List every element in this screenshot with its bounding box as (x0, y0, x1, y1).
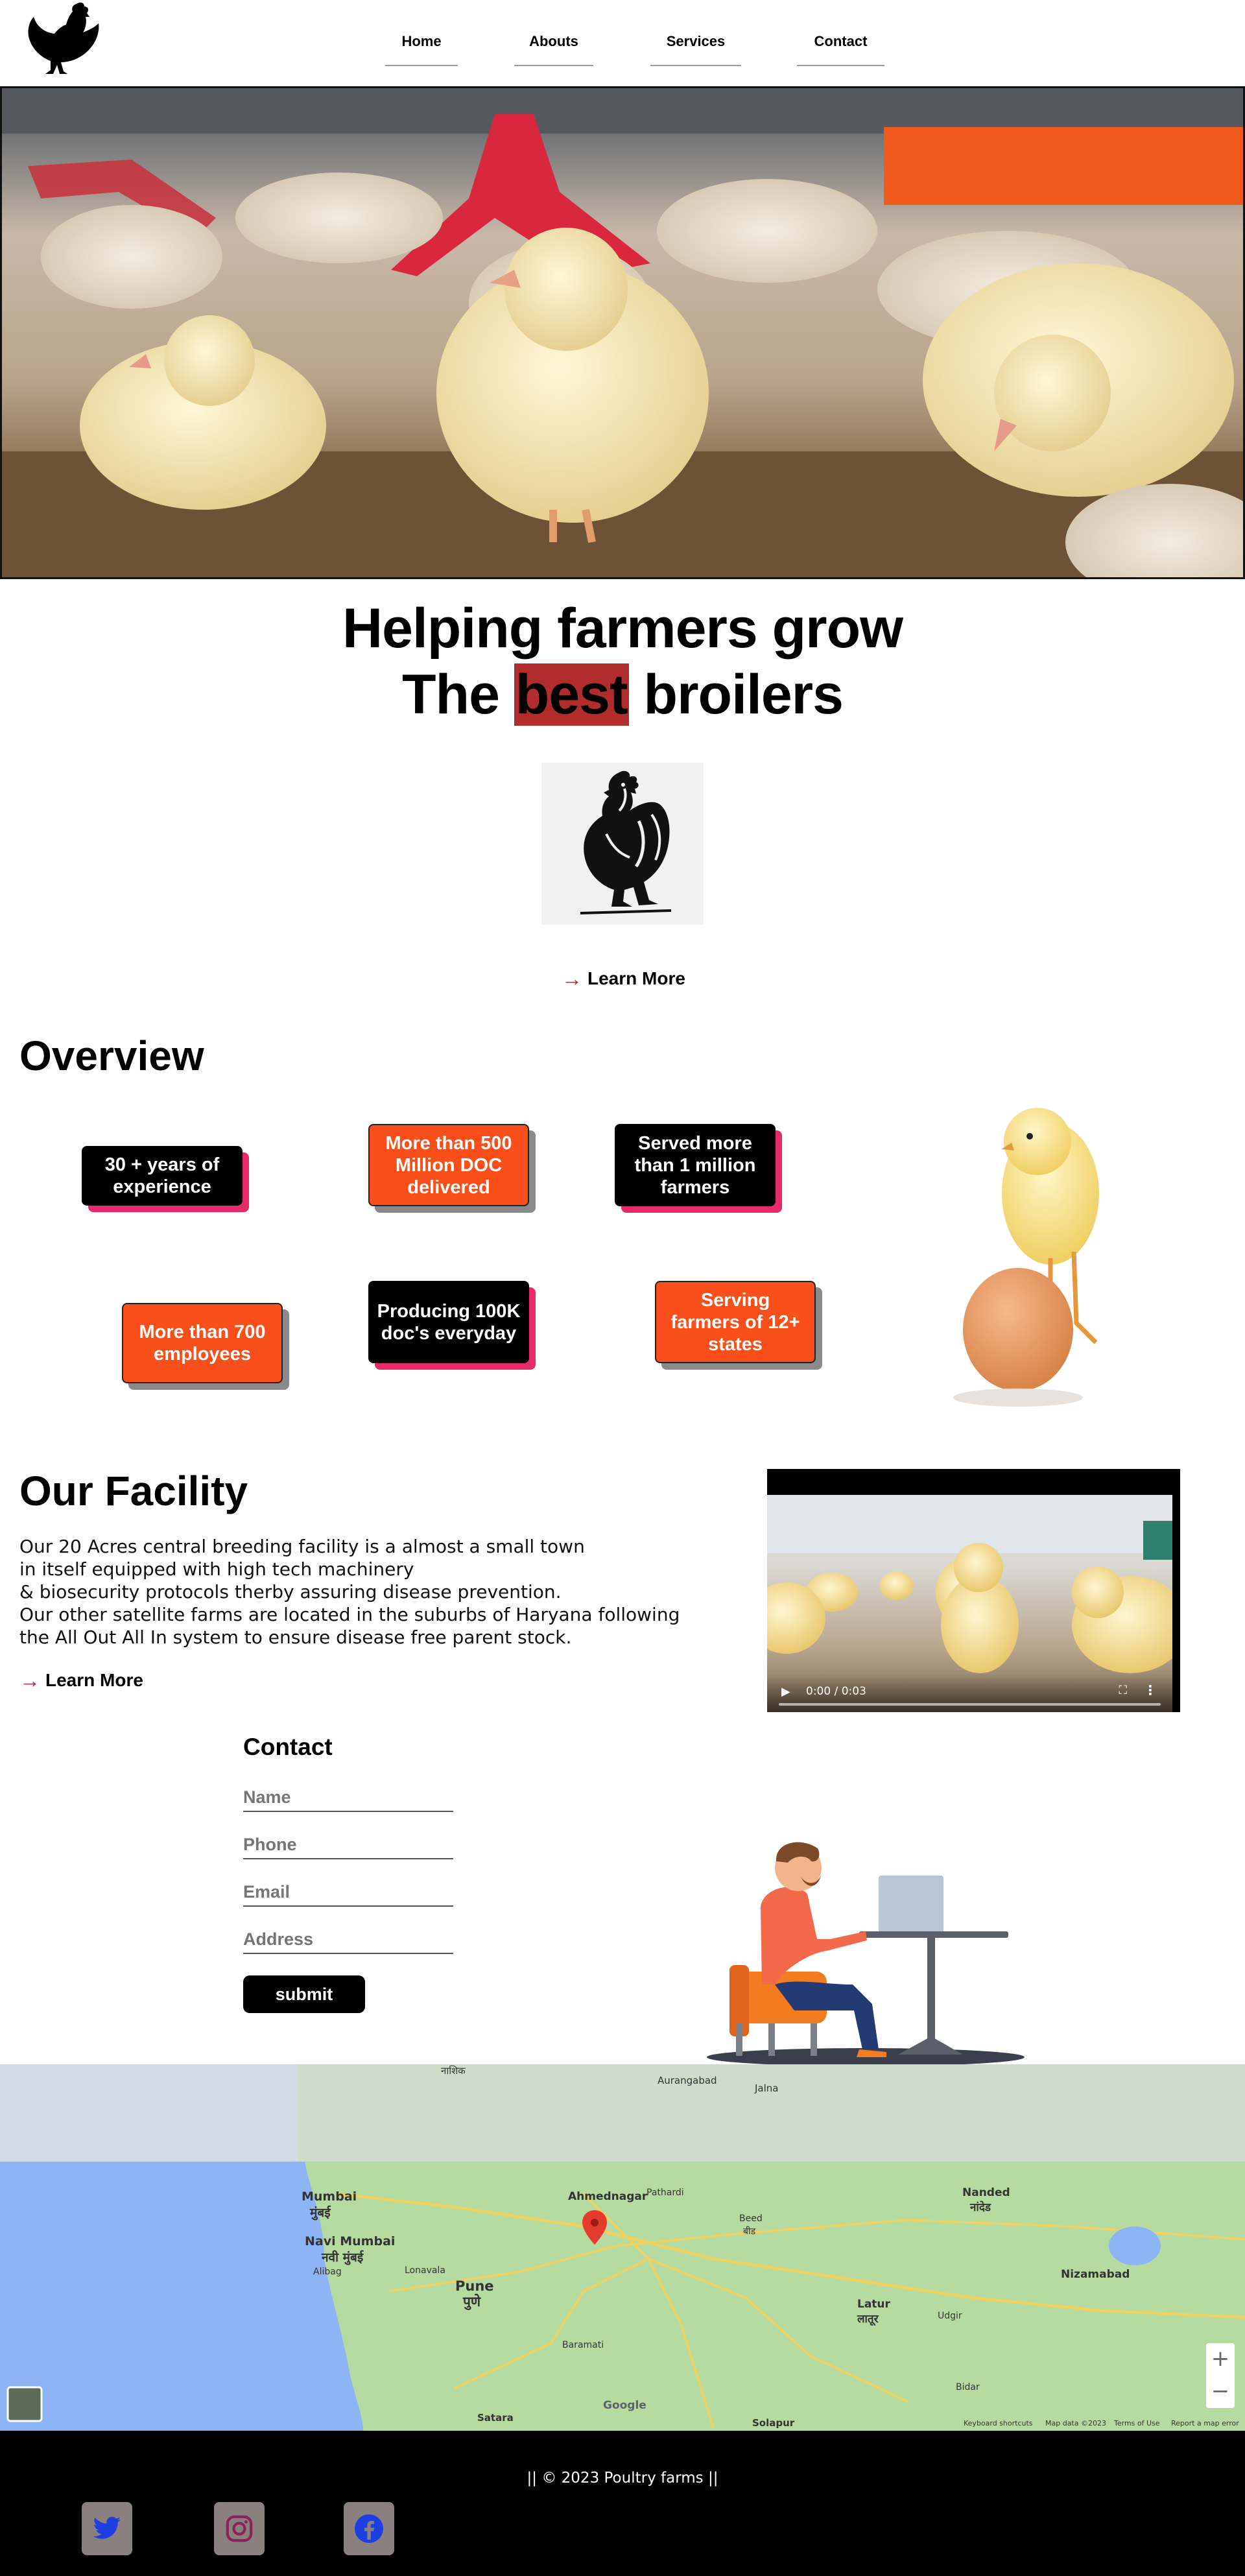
map-place: बीड (743, 2226, 756, 2237)
fullscreen-icon[interactable]: ⛶ (1119, 1684, 1127, 1697)
video-frame[interactable]: ▶ 0:00 / 0:03 ⛶ ⋮ (767, 1495, 1172, 1712)
facility-line: & biosecurity protocols therby assuring … (19, 1581, 562, 1603)
map-place: Alibag (313, 2267, 342, 2277)
headline-pre: The (402, 663, 514, 726)
learn-more-label: Learn More (45, 1670, 143, 1690)
more-options-icon[interactable]: ⋮ (1144, 1682, 1157, 1699)
contact-title: Contact (243, 1734, 333, 1760)
map-place: नांदेड (970, 2201, 991, 2214)
submit-button[interactable]: submit (243, 1975, 365, 2013)
headline-line-1: Helping farmers grow (342, 597, 903, 660)
phone-field[interactable] (243, 1831, 453, 1859)
video-controls: ▶ 0:00 / 0:03 ⛶ ⋮ (767, 1673, 1172, 1712)
map-place: लातूर (857, 2313, 879, 2326)
name-field[interactable] (243, 1783, 453, 1812)
map-place: Satara (477, 2412, 514, 2424)
map-place: Nizamabad (1061, 2268, 1130, 2281)
facebook-icon (355, 2514, 383, 2543)
map-place: Beed (739, 2213, 763, 2224)
video-progress-bar[interactable] (779, 1703, 1161, 1706)
facility-description: Our 20 Acres central breeding facility i… (19, 1535, 759, 1649)
stat-states: Serving farmers of 12+ states (655, 1281, 816, 1363)
map-place: Aurangabad (658, 2075, 717, 2086)
copyright: || © 2023 Poultry farms || (527, 2470, 718, 2487)
map-canvas[interactable]: + − (0, 2064, 1245, 2431)
map-place: Baramati (562, 2340, 604, 2350)
nav-home[interactable]: Home (385, 26, 458, 66)
map-place: नाशिक (441, 2065, 466, 2077)
map-place: Navi Mumbai (305, 2234, 396, 2248)
rooster-icon (580, 770, 672, 914)
hero-chicks-image (0, 86, 1245, 579)
site-header: Home Abouts Services Contact (0, 0, 1245, 84)
stat-farmers-served: Served more than 1 million farmers (615, 1124, 776, 1206)
map-place: Mumbai (302, 2189, 357, 2204)
map-place: Latur (857, 2298, 890, 2311)
map-attribution: Map data ©2023 (1045, 2419, 1106, 2427)
headline-highlight: best (514, 663, 629, 726)
instagram-icon (226, 2515, 253, 2542)
map-place: नवी मुंबई (322, 2250, 364, 2265)
map-place: मुंबई (310, 2206, 331, 2220)
facebook-link[interactable] (344, 2502, 394, 2555)
stat-employees: More than 700 employees (122, 1303, 283, 1383)
chick-on-egg-image (953, 1108, 1099, 1407)
map-place: Jalna (755, 2082, 779, 2094)
facility-video-player[interactable]: ▶ 0:00 / 0:03 ⛶ ⋮ (767, 1469, 1180, 1712)
google-map[interactable]: + − Mumbai मुंबई Navi Mumbai नवी मुंबई P… (0, 2064, 1245, 2431)
map-place: Ahmednagar (568, 2190, 648, 2203)
twitter-link[interactable] (82, 2502, 132, 2555)
facility-line: Our 20 Acres central breeding facility i… (19, 1536, 585, 1557)
facility-line: the All Out All In system to ensure dise… (19, 1627, 572, 1648)
arrow-right-icon: → (19, 1669, 40, 1692)
hero-headline: Helping farmers grow The best broilers (0, 595, 1245, 728)
map-link[interactable]: Report a map error (1171, 2419, 1239, 2427)
stat-doc-delivered: More than 500 Million DOC delivered (368, 1124, 529, 1206)
map-link[interactable]: Keyboard shortcuts (964, 2419, 1033, 2427)
map-place: Solapur (752, 2417, 795, 2429)
map-link[interactable]: Terms of Use (1114, 2419, 1160, 2427)
zoom-in-icon[interactable]: + (1211, 2346, 1230, 2372)
rooster-image (541, 763, 704, 925)
person-at-desk-illustration (707, 1842, 1025, 2066)
play-icon[interactable]: ▶ (781, 1685, 790, 1699)
map-place: Pune (455, 2278, 494, 2294)
google-logo: Google (603, 2399, 646, 2412)
site-footer: || © 2023 Poultry farms || (0, 2431, 1245, 2576)
main-nav: Home Abouts Services Contact (0, 26, 1245, 71)
arrow-right-icon: → (562, 967, 582, 990)
twitter-icon (93, 2516, 121, 2539)
stat-daily-production: Producing 100K doc's everyday (368, 1281, 529, 1363)
facility-learn-more-link[interactable]: → Learn More (19, 1670, 143, 1691)
address-field[interactable] (243, 1926, 453, 1954)
map-place: Nanded (962, 2186, 1010, 2199)
map-place: Pathardi (646, 2188, 684, 2198)
nav-contact[interactable]: Contact (797, 26, 884, 66)
hero-learn-more-link[interactable]: → Learn More (562, 968, 685, 989)
stat-years: 30 + years of experience (82, 1146, 243, 1206)
map-place: पुणे (463, 2294, 481, 2309)
satellite-toggle[interactable] (6, 2386, 43, 2422)
email-field[interactable] (243, 1878, 453, 1907)
headline-line-2: The best broilers (0, 662, 1245, 728)
facility-line: Our other satellite farms are located in… (19, 1604, 680, 1625)
zoom-out-icon[interactable]: − (1211, 2378, 1230, 2404)
video-time: 0:00 / 0:03 (806, 1685, 866, 1698)
map-place: Lonavala (405, 2265, 445, 2276)
nav-abouts[interactable]: Abouts (514, 26, 593, 66)
overview-title: Overview (19, 1032, 204, 1079)
facility-line: in itself equipped with high tech machin… (19, 1558, 414, 1580)
map-place: Bidar (956, 2382, 980, 2392)
headline-post: broilers (628, 663, 844, 726)
hero-chicks-illustration (2, 88, 1243, 577)
learn-more-label: Learn More (587, 968, 685, 988)
instagram-link[interactable] (214, 2502, 265, 2555)
facility-title: Our Facility (19, 1468, 248, 1514)
nav-services[interactable]: Services (650, 26, 741, 66)
map-place: Udgir (938, 2311, 962, 2321)
